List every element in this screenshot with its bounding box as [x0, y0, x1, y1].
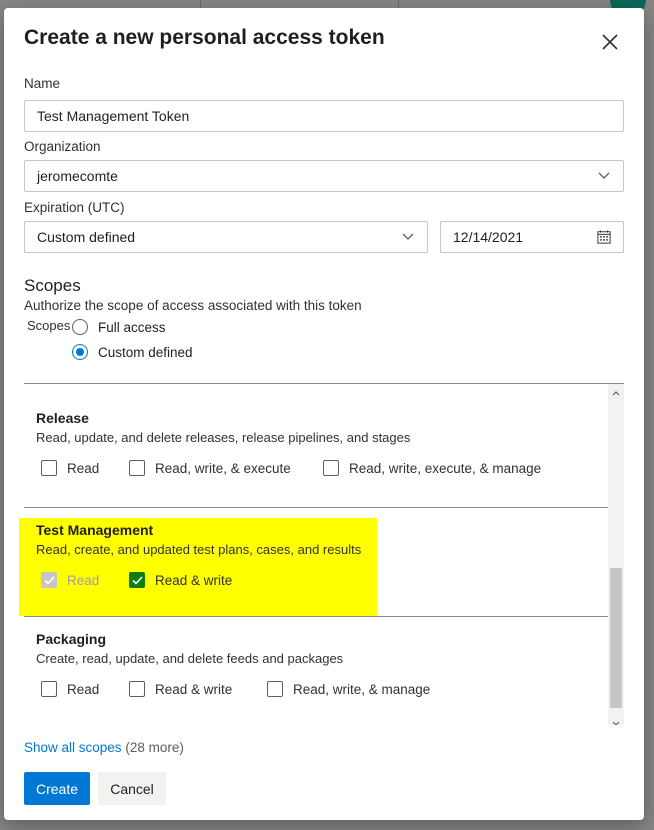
cancel-button[interactable]: Cancel	[98, 772, 166, 805]
organization-label: Organization	[24, 139, 101, 154]
expiration-date-picker[interactable]: 12/14/2021	[440, 221, 624, 253]
scrollbar-thumb[interactable]	[610, 568, 622, 708]
create-token-dialog: Create a new personal access token Name …	[4, 8, 644, 820]
checkbox	[41, 572, 57, 588]
name-label: Name	[24, 76, 61, 91]
organization-select[interactable]: jeromecomte	[24, 160, 624, 192]
show-all-scopes-label[interactable]: Show all scopes	[24, 740, 122, 755]
checkbox[interactable]	[323, 460, 339, 476]
checkbox-release-read[interactable]: Read	[41, 460, 99, 476]
checkbox-label: Read	[67, 681, 100, 697]
expiration-select[interactable]: Custom defined	[24, 221, 428, 253]
checkbox-label: Read, write, & manage	[293, 681, 431, 697]
scope-group-name: Packaging	[36, 631, 107, 647]
checkbox[interactable]	[129, 460, 145, 476]
radio-full-access-label: Full access	[98, 319, 166, 335]
chevron-down-icon	[401, 230, 415, 244]
checkmark-icon	[131, 575, 143, 585]
scope-list: Release Read, update, and delete release…	[24, 383, 624, 725]
radio-button[interactable]	[72, 344, 88, 360]
scope-group-name: Release	[36, 410, 89, 426]
checkbox-test-management-read-write[interactable]: Read & write	[129, 572, 232, 588]
checkbox-label: Read, write, & execute	[155, 460, 291, 476]
scope-group-packaging: Packaging Create, read, update, and dele…	[24, 617, 608, 725]
scope-group-description: Read, update, and delete releases, relea…	[36, 430, 411, 445]
name-input-value: Test Management Token	[37, 108, 190, 124]
backdrop-divider	[200, 0, 201, 8]
dialog-title: Create a new personal access token	[24, 26, 385, 49]
scope-group-test-management: Test Management Read, create, and update…	[24, 508, 608, 618]
checkbox[interactable]	[41, 681, 57, 697]
expiration-label: Expiration (UTC)	[24, 200, 125, 215]
radio-full-access[interactable]: Full access	[72, 319, 166, 335]
checkbox-test-management-read: Read	[41, 572, 99, 588]
close-icon	[602, 34, 618, 50]
scope-group-release: Release Read, update, and delete release…	[24, 396, 608, 506]
radio-custom-defined-label: Custom defined	[98, 344, 193, 360]
checkbox[interactable]	[129, 681, 145, 697]
backdrop-divider	[398, 0, 399, 8]
checkbox-label: Read	[67, 460, 100, 476]
checkbox-label: Read & write	[155, 681, 233, 697]
expiration-date-value: 12/14/2021	[453, 229, 524, 245]
create-button[interactable]: Create	[24, 772, 90, 805]
scope-group-description: Create, read, update, and delete feeds a…	[36, 651, 344, 666]
checkbox-release-read-write-execute[interactable]: Read, write, & execute	[129, 460, 291, 476]
checkbox-label: Read & write	[155, 572, 233, 588]
checkbox-packaging-read-write-manage[interactable]: Read, write, & manage	[267, 681, 430, 697]
calendar-icon[interactable]	[597, 230, 611, 244]
checkbox-label: Read	[67, 572, 100, 588]
name-input[interactable]: Test Management Token	[24, 100, 624, 132]
scope-group-description: Read, create, and updated test plans, ca…	[36, 542, 362, 557]
scroll-up-icon[interactable]	[610, 387, 622, 399]
scroll-down-icon[interactable]	[610, 718, 622, 725]
checkbox-release-read-write-execute-manage[interactable]: Read, write, execute, & manage	[323, 460, 541, 476]
chevron-down-icon	[597, 169, 611, 183]
radio-button[interactable]	[72, 319, 88, 335]
expiration-value: Custom defined	[37, 229, 136, 245]
more-scopes-count: (28 more)	[125, 740, 184, 755]
checkmark-icon	[43, 575, 55, 585]
scope-group-name: Test Management	[36, 522, 154, 538]
checkbox[interactable]	[129, 572, 145, 588]
radio-custom-defined[interactable]: Custom defined	[72, 344, 193, 360]
scopes-description: Authorize the scope of access associated…	[24, 298, 362, 313]
close-button[interactable]	[596, 28, 624, 56]
checkbox-packaging-read-write[interactable]: Read & write	[129, 681, 232, 697]
show-all-scopes-link[interactable]: Show all scopes (28 more)	[24, 740, 184, 755]
checkbox-label: Read, write, execute, & manage	[349, 460, 542, 476]
organization-value: jeromecomte	[37, 168, 118, 184]
scopes-radio-label: Scopes	[27, 318, 71, 333]
checkbox[interactable]	[41, 460, 57, 476]
checkbox[interactable]	[267, 681, 283, 697]
scrollbar[interactable]	[608, 384, 624, 725]
scopes-heading: Scopes	[24, 276, 81, 295]
checkbox-packaging-read[interactable]: Read	[41, 681, 99, 697]
